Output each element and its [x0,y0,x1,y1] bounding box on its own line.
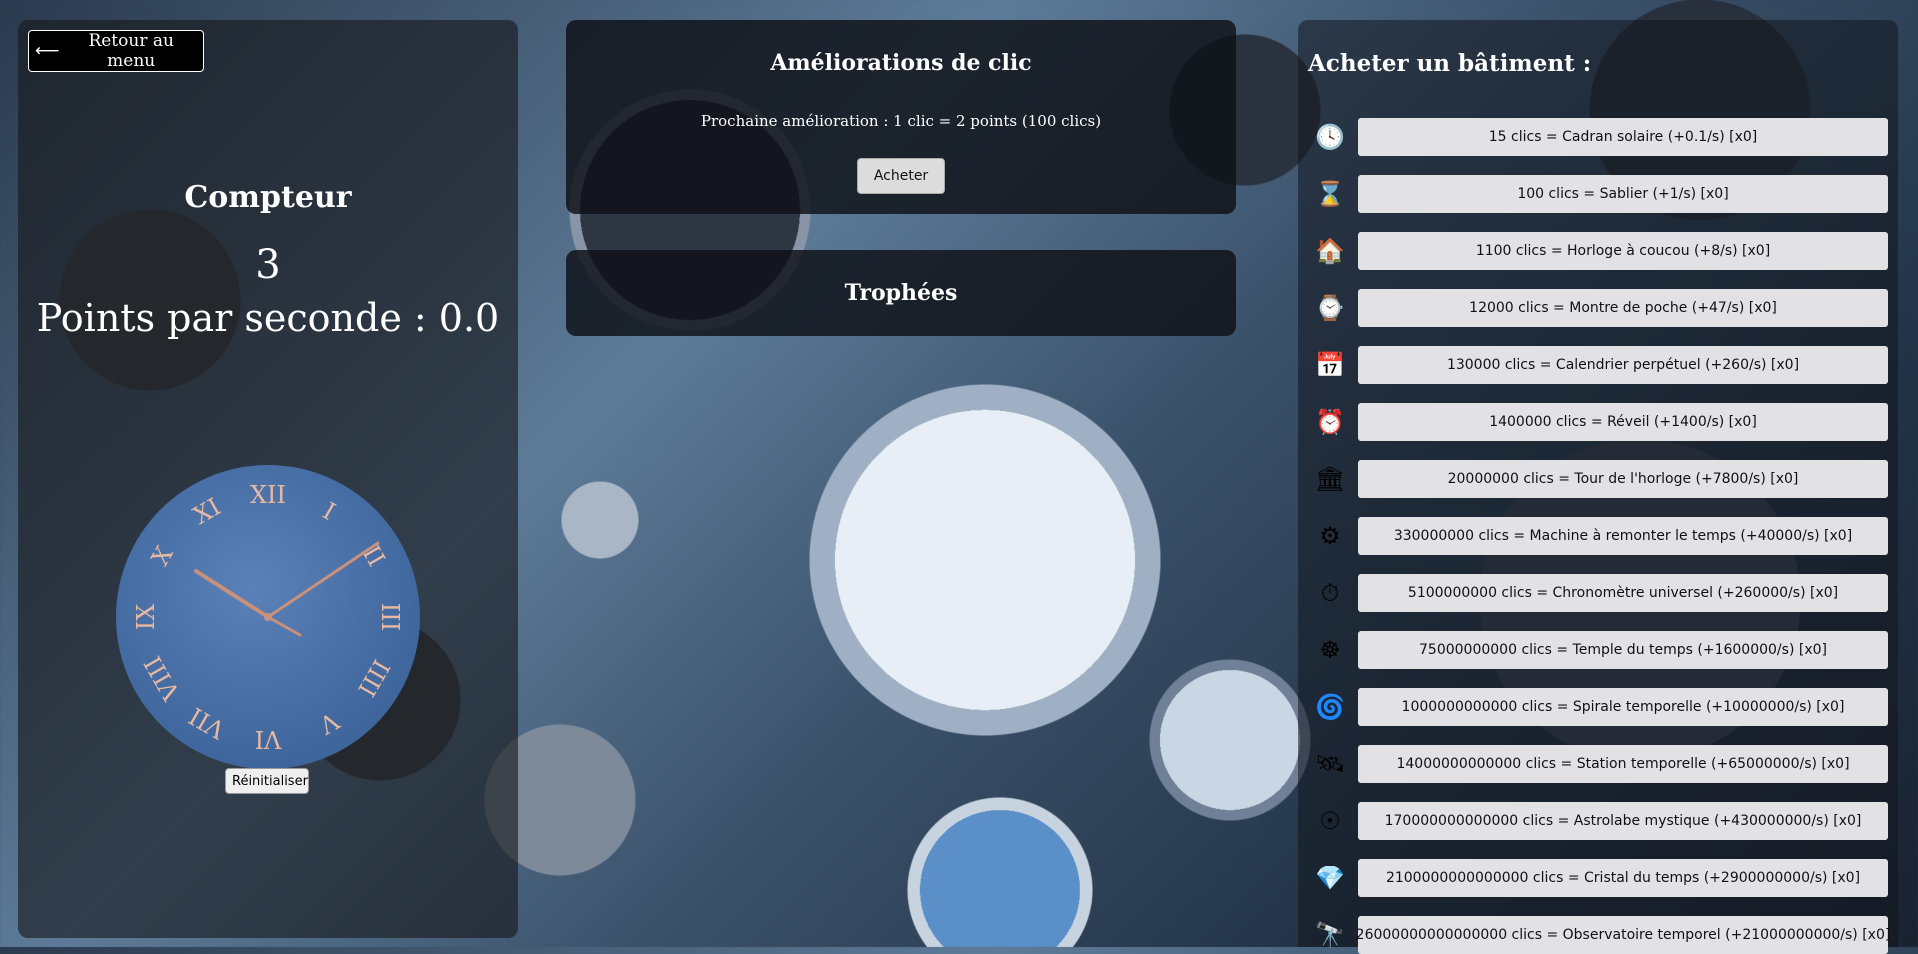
time-machine-icon: ⚙ [1319,522,1341,550]
clock-numeral: I [318,497,340,526]
clock-numeral: VII [184,702,230,745]
calendar-icon: 📅 [1315,351,1345,379]
clock-numeral: IX [132,604,160,631]
back-to-menu-label: Retour au menu [88,31,174,71]
building-row: 🌀 1000000000000 clics = Spirale temporell… [1312,688,1888,726]
minute-hand [266,541,380,619]
building-row: ⚙ 330000000 clics = Machine à remonter le… [1312,517,1888,555]
observatory-icon: 🔭 [1315,921,1345,949]
alarm-clock-icon: ⏰ [1315,408,1345,436]
building-row: 🔭 26000000000000000 clics = Observatoire … [1312,916,1890,954]
trophies-title: Trophées [844,280,958,306]
trophies-panel: Trophées [566,250,1236,336]
buy-building-button[interactable]: 330000000 clics = Machine à remonter le … [1358,517,1888,555]
temple-icon: ☸ [1319,636,1341,664]
clock-tower-icon: 🏛 [1314,465,1346,493]
clock-numeral: XII [250,481,286,509]
buy-building-button[interactable]: 26000000000000000 clics = Observatoire t… [1356,916,1890,954]
click-upgrades-panel: Améliorations de clic Prochaine améliora… [566,20,1236,214]
buy-building-button[interactable]: 20000000 clics = Tour de l'horloge (+780… [1358,460,1888,498]
clock-numeral: III [376,603,404,631]
building-row: ⌚ 12000 clics = Montre de poche (+47/s) [… [1312,289,1888,327]
buy-building-button[interactable]: 15 clics = Cadran solaire (+0.1/s) [x0] [1358,118,1888,156]
hourglass-icon: ⌛ [1315,180,1345,208]
second-hand [266,615,302,637]
buildings-shop-panel: Acheter un bâtiment : 🕓 15 clics = Cadran… [1298,20,1898,954]
building-row: 🛰 14000000000000 clics = Station temporel… [1312,745,1888,783]
clock-click-button[interactable]: XII I II III IIII V VI VII VIII IX X XI [116,465,420,769]
sundial-icon: 🕓 [1315,123,1345,151]
buy-building-button[interactable]: 2100000000000000 clics = Cristal du temp… [1358,859,1888,897]
clock-center [264,613,272,621]
buy-building-button[interactable]: 130000 clics = Calendrier perpétuel (+26… [1358,346,1888,384]
buy-building-button[interactable]: 1100 clics = Horloge à coucou (+8/s) [x0… [1358,232,1888,270]
building-row: ☉ 170000000000000 clics = Astrolabe mysti… [1312,802,1888,840]
buy-upgrade-button[interactable]: Acheter [857,158,945,194]
clock-numeral: X [146,542,179,571]
shop-title: Acheter un bâtiment : [1308,50,1592,77]
crystal-icon: 💎 [1315,864,1345,892]
hour-hand [194,569,270,619]
space-station-icon: 🛰 [1314,750,1346,778]
buy-building-button[interactable]: 75000000000 clics = Temple du temps (+16… [1358,631,1888,669]
clock-numeral: V [314,706,344,740]
clock-numeral: VI [255,725,283,753]
back-to-menu-button[interactable]: ⟵ Retour au menu [28,30,204,72]
buy-building-button[interactable]: 100 clics = Sablier (+1/s) [x0] [1358,175,1888,213]
buy-building-button[interactable]: 12000 clics = Montre de poche (+47/s) [x… [1358,289,1888,327]
upgrades-title: Améliorations de clic [770,50,1032,76]
buy-building-button[interactable]: 1400000 clics = Réveil (+1400/s) [x0] [1358,403,1888,441]
building-row: 📅 130000 clics = Calendrier perpétuel (+2… [1312,346,1888,384]
next-upgrade-text: Prochaine amélioration : 1 clic = 2 poin… [700,112,1102,130]
buy-building-button[interactable]: 170000000000000 clics = Astrolabe mystiq… [1358,802,1888,840]
building-row: 🏠 1100 clics = Horloge à coucou (+8/s) [x… [1312,232,1888,270]
arrow-left-icon: ⟵ [35,41,60,61]
building-row: 🏛 20000000 clics = Tour de l'horloge (+78… [1312,460,1888,498]
counter-value: 3 [255,242,281,288]
counter-title: Compteur [184,180,352,215]
astrolabe-icon: ☉ [1319,807,1341,835]
buy-building-button[interactable]: 1000000000000 clics = Spirale temporelle… [1358,688,1888,726]
building-row: 🕓 15 clics = Cadran solaire (+0.1/s) [x0] [1312,118,1888,156]
building-row: ⌛ 100 clics = Sablier (+1/s) [x0] [1312,175,1888,213]
buy-building-button[interactable]: 5100000000 clics = Chronomètre universel… [1358,574,1888,612]
cuckoo-clock-icon: 🏠 [1315,237,1345,265]
spiral-icon: 🌀 [1315,693,1345,721]
building-row: 💎 2100000000000000 clics = Cristal du tem… [1312,859,1888,897]
pocket-watch-icon: ⌚ [1315,294,1345,322]
clock-numeral: VIII [139,651,187,706]
building-row: ☸ 75000000000 clics = Temple du temps (+1… [1312,631,1888,669]
clock-face-icon: XIIIIIIIIIIIIVVIVIIVIIIIXXXI [132,481,404,753]
points-per-second: Points par seconde : 0.0 [36,296,500,340]
buy-building-button[interactable]: 14000000000000 clics = Station temporell… [1358,745,1888,783]
clock-numeral: IIII [352,655,395,702]
clock-numeral: XI [188,493,225,531]
counter-panel: ⟵ Retour au menu Compteur 3 Points par s… [18,20,518,938]
reset-button[interactable]: Réinitialiser [225,768,309,794]
building-row: ⏰ 1400000 clics = Réveil (+1400/s) [x0] [1312,403,1888,441]
building-row: ⏱ 5100000000 clics = Chronomètre universe… [1312,574,1888,612]
stopwatch-icon: ⏱ [1320,579,1340,607]
